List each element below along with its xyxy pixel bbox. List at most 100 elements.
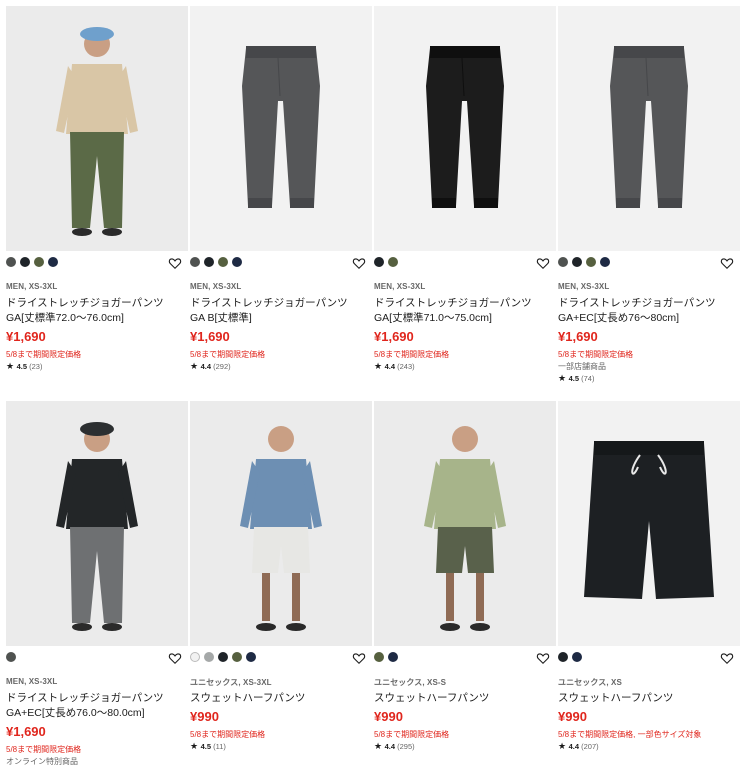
product-card[interactable]: MEN, XS-3XL ドライストレッチジョガーパンツ GA[丈標準72.0〜76.… [6,6,188,371]
star-icon: ★ [558,741,569,751]
color-swatch[interactable] [190,652,200,662]
product-card[interactable]: ユニセックス, XS-S スウェットハーフパンツ ¥990 5/8まで期間限定価格 ★ … [374,401,556,751]
color-swatch[interactable] [218,257,228,267]
star-icon: ★ [374,361,385,371]
color-swatch[interactable] [232,652,242,662]
product-name[interactable]: ドライストレッチジョガーパンツ GA[丈標準72.0〜76.0cm] [6,296,164,326]
product-name-line: GA B[丈標準] [190,312,252,324]
promo-label: 5/8まで期間限定価格, 一部色サイズ対象 [558,730,702,739]
color-swatch[interactable] [374,652,384,662]
heart-icon[interactable] [352,256,366,270]
heart-icon[interactable] [720,651,734,665]
availability-note: 一部店舗商品 [558,362,606,371]
color-swatch[interactable] [388,652,398,662]
rating: ★ 4.5 (23) [6,361,42,372]
product-card[interactable]: MEN, XS-3XL ドライストレッチジョガーパンツ GA+EC[丈長め76〜80… [558,6,740,383]
product-price: ¥1,690 [190,329,230,344]
product-image[interactable] [6,6,188,251]
product-image[interactable] [6,401,188,646]
promo-label: 5/8まで期間限定価格 [374,730,450,739]
color-swatch[interactable] [572,652,582,662]
color-swatch[interactable] [558,257,568,267]
product-price: ¥990 [374,709,403,724]
rating-score: 4.5 [568,374,580,383]
product-name[interactable]: ドライストレッチジョガーパンツ GA+EC[丈長め76.0〜80.0cm] [6,691,164,721]
product-name-line: GA[丈標準72.0〜76.0cm] [6,312,124,324]
color-swatch[interactable] [20,257,30,267]
review-count: (295) [397,742,415,751]
color-swatch[interactable] [218,652,228,662]
heart-icon[interactable] [720,256,734,270]
product-name[interactable]: ドライストレッチジョガーパンツ GA B[丈標準] [190,296,348,326]
product-name-line: ドライストレッチジョガーパンツ [190,297,348,309]
product-name[interactable]: ドライストレッチジョガーパンツ GA+EC[丈長め76〜80cm] [558,296,716,326]
availability-note: オンライン特別商品 [6,757,78,766]
color-swatch[interactable] [6,652,16,662]
star-icon: ★ [558,373,569,383]
color-swatch[interactable] [6,257,16,267]
color-swatch[interactable] [48,257,58,267]
color-swatch[interactable] [572,257,582,267]
color-swatch[interactable] [204,257,214,267]
color-swatch[interactable] [388,257,398,267]
product-card[interactable]: MEN, XS-3XL ドライストレッチジョガーパンツ GA B[丈標準] ¥1,69… [190,6,372,371]
product-card[interactable]: ユニセックス, XS-3XL スウェットハーフパンツ ¥990 5/8まで期間限定価格… [190,401,372,751]
promo-label: 5/8まで期間限定価格 [374,350,450,359]
color-swatch[interactable] [232,257,242,267]
color-swatch[interactable] [246,652,256,662]
product-meta: ユニセックス, XS-S [374,678,447,687]
color-swatches [190,257,242,269]
review-count: (11) [213,742,226,751]
product-name-line: GA[丈標準71.0〜75.0cm] [374,312,492,324]
rating: ★ 4.4 (207) [558,741,599,752]
rating: ★ 4.4 (295) [374,741,415,752]
color-swatches [374,257,398,269]
product-price: ¥1,690 [558,329,598,344]
promo-label: 5/8まで期間限定価格 [6,745,82,754]
product-name-line: ドライストレッチジョガーパンツ [6,297,164,309]
product-meta: MEN, XS-3XL [190,282,242,291]
heart-icon[interactable] [536,256,550,270]
product-image[interactable] [190,401,372,646]
rating: ★ 4.5 (74) [558,373,594,384]
product-meta: MEN, XS-3XL [374,282,426,291]
product-name[interactable]: スウェットハーフパンツ [190,691,305,706]
rating-score: 4.4 [568,742,580,751]
product-name-line: GA+EC[丈長め76.0〜80.0cm] [6,707,145,719]
review-count: (292) [213,362,231,371]
review-count: (74) [581,374,595,383]
product-image[interactable] [374,6,556,251]
product-price: ¥1,690 [374,329,414,344]
product-meta: ユニセックス, XS-3XL [190,678,272,687]
color-swatch[interactable] [34,257,44,267]
color-swatch[interactable] [204,652,214,662]
rating-score: 4.4 [384,742,396,751]
product-price: ¥990 [558,709,587,724]
heart-icon[interactable] [168,651,182,665]
color-swatch[interactable] [374,257,384,267]
promo-label: 5/8まで期間限定価格 [190,350,266,359]
color-swatch[interactable] [586,257,596,267]
product-image[interactable] [190,6,372,251]
product-card[interactable]: MEN, XS-3XL ドライストレッチジョガーパンツ GA[丈標準71.0〜75.… [374,6,556,371]
product-name[interactable]: スウェットハーフパンツ [374,691,489,706]
product-name[interactable]: ドライストレッチジョガーパンツ GA[丈標準71.0〜75.0cm] [374,296,532,326]
product-meta: MEN, XS-3XL [6,677,58,686]
product-image[interactable] [558,6,740,251]
product-name[interactable]: スウェットハーフパンツ [558,691,673,706]
rating: ★ 4.5 (11) [190,741,226,752]
heart-icon[interactable] [352,651,366,665]
color-swatch[interactable] [600,257,610,267]
product-card[interactable]: MEN, XS-3XL ドライストレッチジョガーパンツ GA+EC[丈長め76.0〜… [6,401,188,766]
review-count: (23) [29,362,43,371]
product-image[interactable] [558,401,740,646]
promo-label: 5/8まで期間限定価格 [558,350,634,359]
color-swatch[interactable] [558,652,568,662]
product-image[interactable] [374,401,556,646]
product-card[interactable]: ユニセックス, XS スウェットハーフパンツ ¥990 5/8まで期間限定価格, 一部… [558,401,740,751]
heart-icon[interactable] [168,256,182,270]
heart-icon[interactable] [536,651,550,665]
color-swatch[interactable] [190,257,200,267]
promo-label: 5/8まで期間限定価格 [6,350,82,359]
color-swatches [190,652,256,664]
